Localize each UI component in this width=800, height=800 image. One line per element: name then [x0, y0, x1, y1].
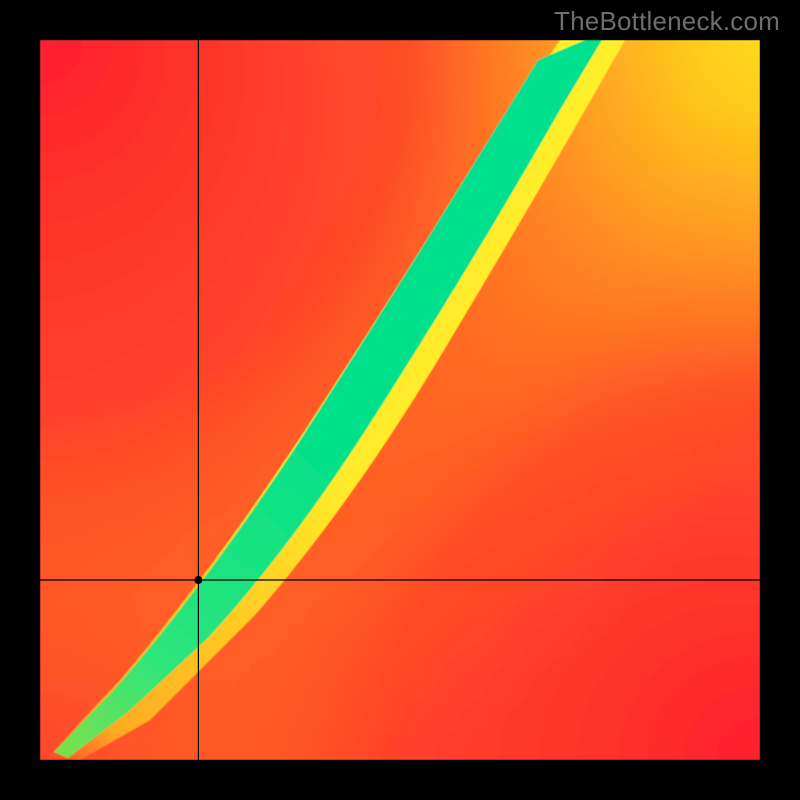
heatmap-canvas — [40, 40, 760, 760]
crosshair-marker — [194, 576, 202, 584]
watermark-text: TheBottleneck.com — [554, 6, 780, 37]
bottleneck-heatmap — [40, 40, 760, 760]
chart-frame: TheBottleneck.com — [0, 0, 800, 800]
